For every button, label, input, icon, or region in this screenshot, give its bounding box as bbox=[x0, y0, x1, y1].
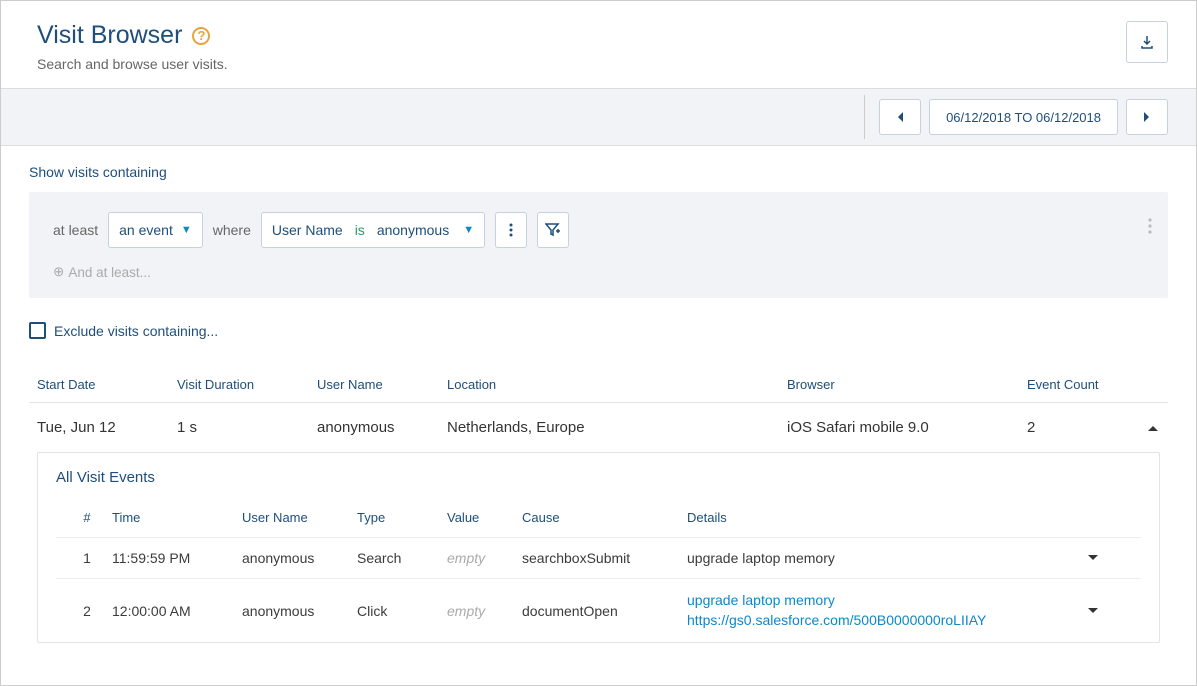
exclude-label[interactable]: Exclude visits containing... bbox=[54, 323, 218, 339]
event-dropdown[interactable]: an event ▼ bbox=[108, 212, 203, 248]
chevron-up-icon bbox=[1147, 424, 1159, 432]
add-condition-label: And at least... bbox=[68, 265, 151, 280]
where-value: anonymous bbox=[377, 222, 449, 238]
visits-table: Start Date Visit Duration User Name Loca… bbox=[29, 367, 1168, 643]
col-duration: Visit Duration bbox=[177, 377, 317, 392]
ecell-cause: searchboxSubmit bbox=[522, 550, 687, 566]
add-filter-button[interactable] bbox=[537, 212, 569, 248]
detail-link-1[interactable]: upgrade laptop memory bbox=[687, 591, 1087, 611]
page-title-text: Visit Browser bbox=[37, 21, 182, 50]
filter-panel: at least an event ▼ where User Name is a… bbox=[29, 192, 1168, 298]
download-button[interactable] bbox=[1126, 21, 1168, 63]
caret-down-icon: ▼ bbox=[181, 224, 192, 236]
chevron-down-icon bbox=[1087, 554, 1099, 562]
cell-browser: iOS Safari mobile 9.0 bbox=[787, 419, 1027, 436]
kebab-icon bbox=[509, 223, 513, 237]
col-user: User Name bbox=[317, 377, 447, 392]
download-icon bbox=[1139, 34, 1155, 50]
where-field: User Name bbox=[272, 222, 343, 238]
plus-circle-icon: ⊕ bbox=[53, 264, 64, 280]
cell-event-count: 2 bbox=[1027, 419, 1147, 436]
filter-options-button[interactable] bbox=[495, 212, 527, 248]
col-event-count: Event Count bbox=[1027, 377, 1147, 392]
ecell-num: 1 bbox=[62, 550, 112, 566]
visit-events-card: All Visit Events # Time User Name Type V… bbox=[37, 452, 1160, 643]
ecol-time: Time bbox=[112, 510, 242, 525]
ecell-user: anonymous bbox=[242, 603, 357, 619]
cell-start-date: Tue, Jun 12 bbox=[37, 419, 177, 436]
ecol-value: Value bbox=[447, 510, 522, 525]
at-least-label: at least bbox=[53, 222, 98, 238]
ecell-details: upgrade laptop memory https://gs0.salesf… bbox=[687, 591, 1087, 630]
ecell-value: empty bbox=[447, 603, 522, 619]
ecell-details: upgrade laptop memory bbox=[687, 550, 1087, 566]
page-header: Visit Browser ? Search and browse user v… bbox=[1, 1, 1196, 88]
expand-event-button[interactable] bbox=[1087, 554, 1127, 562]
prev-date-button[interactable] bbox=[879, 99, 921, 135]
cell-user: anonymous bbox=[317, 419, 447, 436]
show-visits-label: Show visits containing bbox=[29, 164, 1168, 180]
chevron-left-icon bbox=[896, 111, 904, 123]
expand-event-button[interactable] bbox=[1087, 607, 1127, 615]
exclude-row: Exclude visits containing... bbox=[29, 322, 1168, 339]
table-row[interactable]: Tue, Jun 12 1 s anonymous Netherlands, E… bbox=[29, 403, 1168, 452]
chevron-right-icon bbox=[1143, 111, 1151, 123]
col-browser: Browser bbox=[787, 377, 1027, 392]
date-toolbar: 06/12/2018 TO 06/12/2018 bbox=[1, 88, 1196, 146]
help-icon[interactable]: ? bbox=[192, 27, 210, 45]
ecell-type: Search bbox=[357, 550, 447, 566]
date-range-picker[interactable]: 06/12/2018 TO 06/12/2018 bbox=[929, 99, 1118, 135]
where-expression[interactable]: User Name is anonymous ▼ bbox=[261, 212, 485, 248]
page-title: Visit Browser ? bbox=[37, 21, 228, 50]
col-location: Location bbox=[447, 377, 787, 392]
ecol-num: # bbox=[62, 510, 112, 525]
where-label: where bbox=[213, 222, 251, 238]
event-dropdown-label: an event bbox=[119, 222, 173, 238]
filter-plus-icon bbox=[545, 223, 561, 237]
ecell-cause: documentOpen bbox=[522, 603, 687, 619]
ecell-user: anonymous bbox=[242, 550, 357, 566]
ecell-num: 2 bbox=[62, 603, 112, 619]
add-condition-link[interactable]: ⊕ And at least... bbox=[53, 264, 1144, 280]
next-date-button[interactable] bbox=[1126, 99, 1168, 135]
event-row: 1 11:59:59 PM anonymous Search empty sea… bbox=[56, 537, 1141, 578]
caret-down-icon: ▼ bbox=[463, 224, 474, 236]
ecol-user: User Name bbox=[242, 510, 357, 525]
events-title: All Visit Events bbox=[56, 469, 1141, 486]
visits-table-header: Start Date Visit Duration User Name Loca… bbox=[29, 367, 1168, 403]
ecol-details: Details bbox=[687, 510, 1087, 525]
ecol-type: Type bbox=[357, 510, 447, 525]
filter-panel-menu[interactable] bbox=[1148, 218, 1152, 234]
events-table-header: # Time User Name Type Value Cause Detail… bbox=[56, 498, 1141, 537]
kebab-icon bbox=[1148, 218, 1152, 234]
ecell-type: Click bbox=[357, 603, 447, 619]
exclude-checkbox[interactable] bbox=[29, 322, 46, 339]
ecell-value: empty bbox=[447, 550, 522, 566]
chevron-down-icon bbox=[1087, 607, 1099, 615]
ecell-time: 12:00:00 AM bbox=[112, 603, 242, 619]
collapse-row-button[interactable] bbox=[1147, 424, 1177, 432]
where-operator: is bbox=[355, 222, 365, 238]
cell-duration: 1 s bbox=[177, 419, 317, 436]
col-start-date: Start Date bbox=[37, 377, 177, 392]
ecol-cause: Cause bbox=[522, 510, 687, 525]
ecell-time: 11:59:59 PM bbox=[112, 550, 242, 566]
cell-location: Netherlands, Europe bbox=[447, 419, 787, 436]
toolbar-separator bbox=[864, 95, 865, 139]
page-subtitle: Search and browse user visits. bbox=[37, 56, 228, 72]
detail-link-2[interactable]: https://gs0.salesforce.com/500B0000000ro… bbox=[687, 611, 1087, 631]
event-row: 2 12:00:00 AM anonymous Click empty docu… bbox=[56, 578, 1141, 642]
